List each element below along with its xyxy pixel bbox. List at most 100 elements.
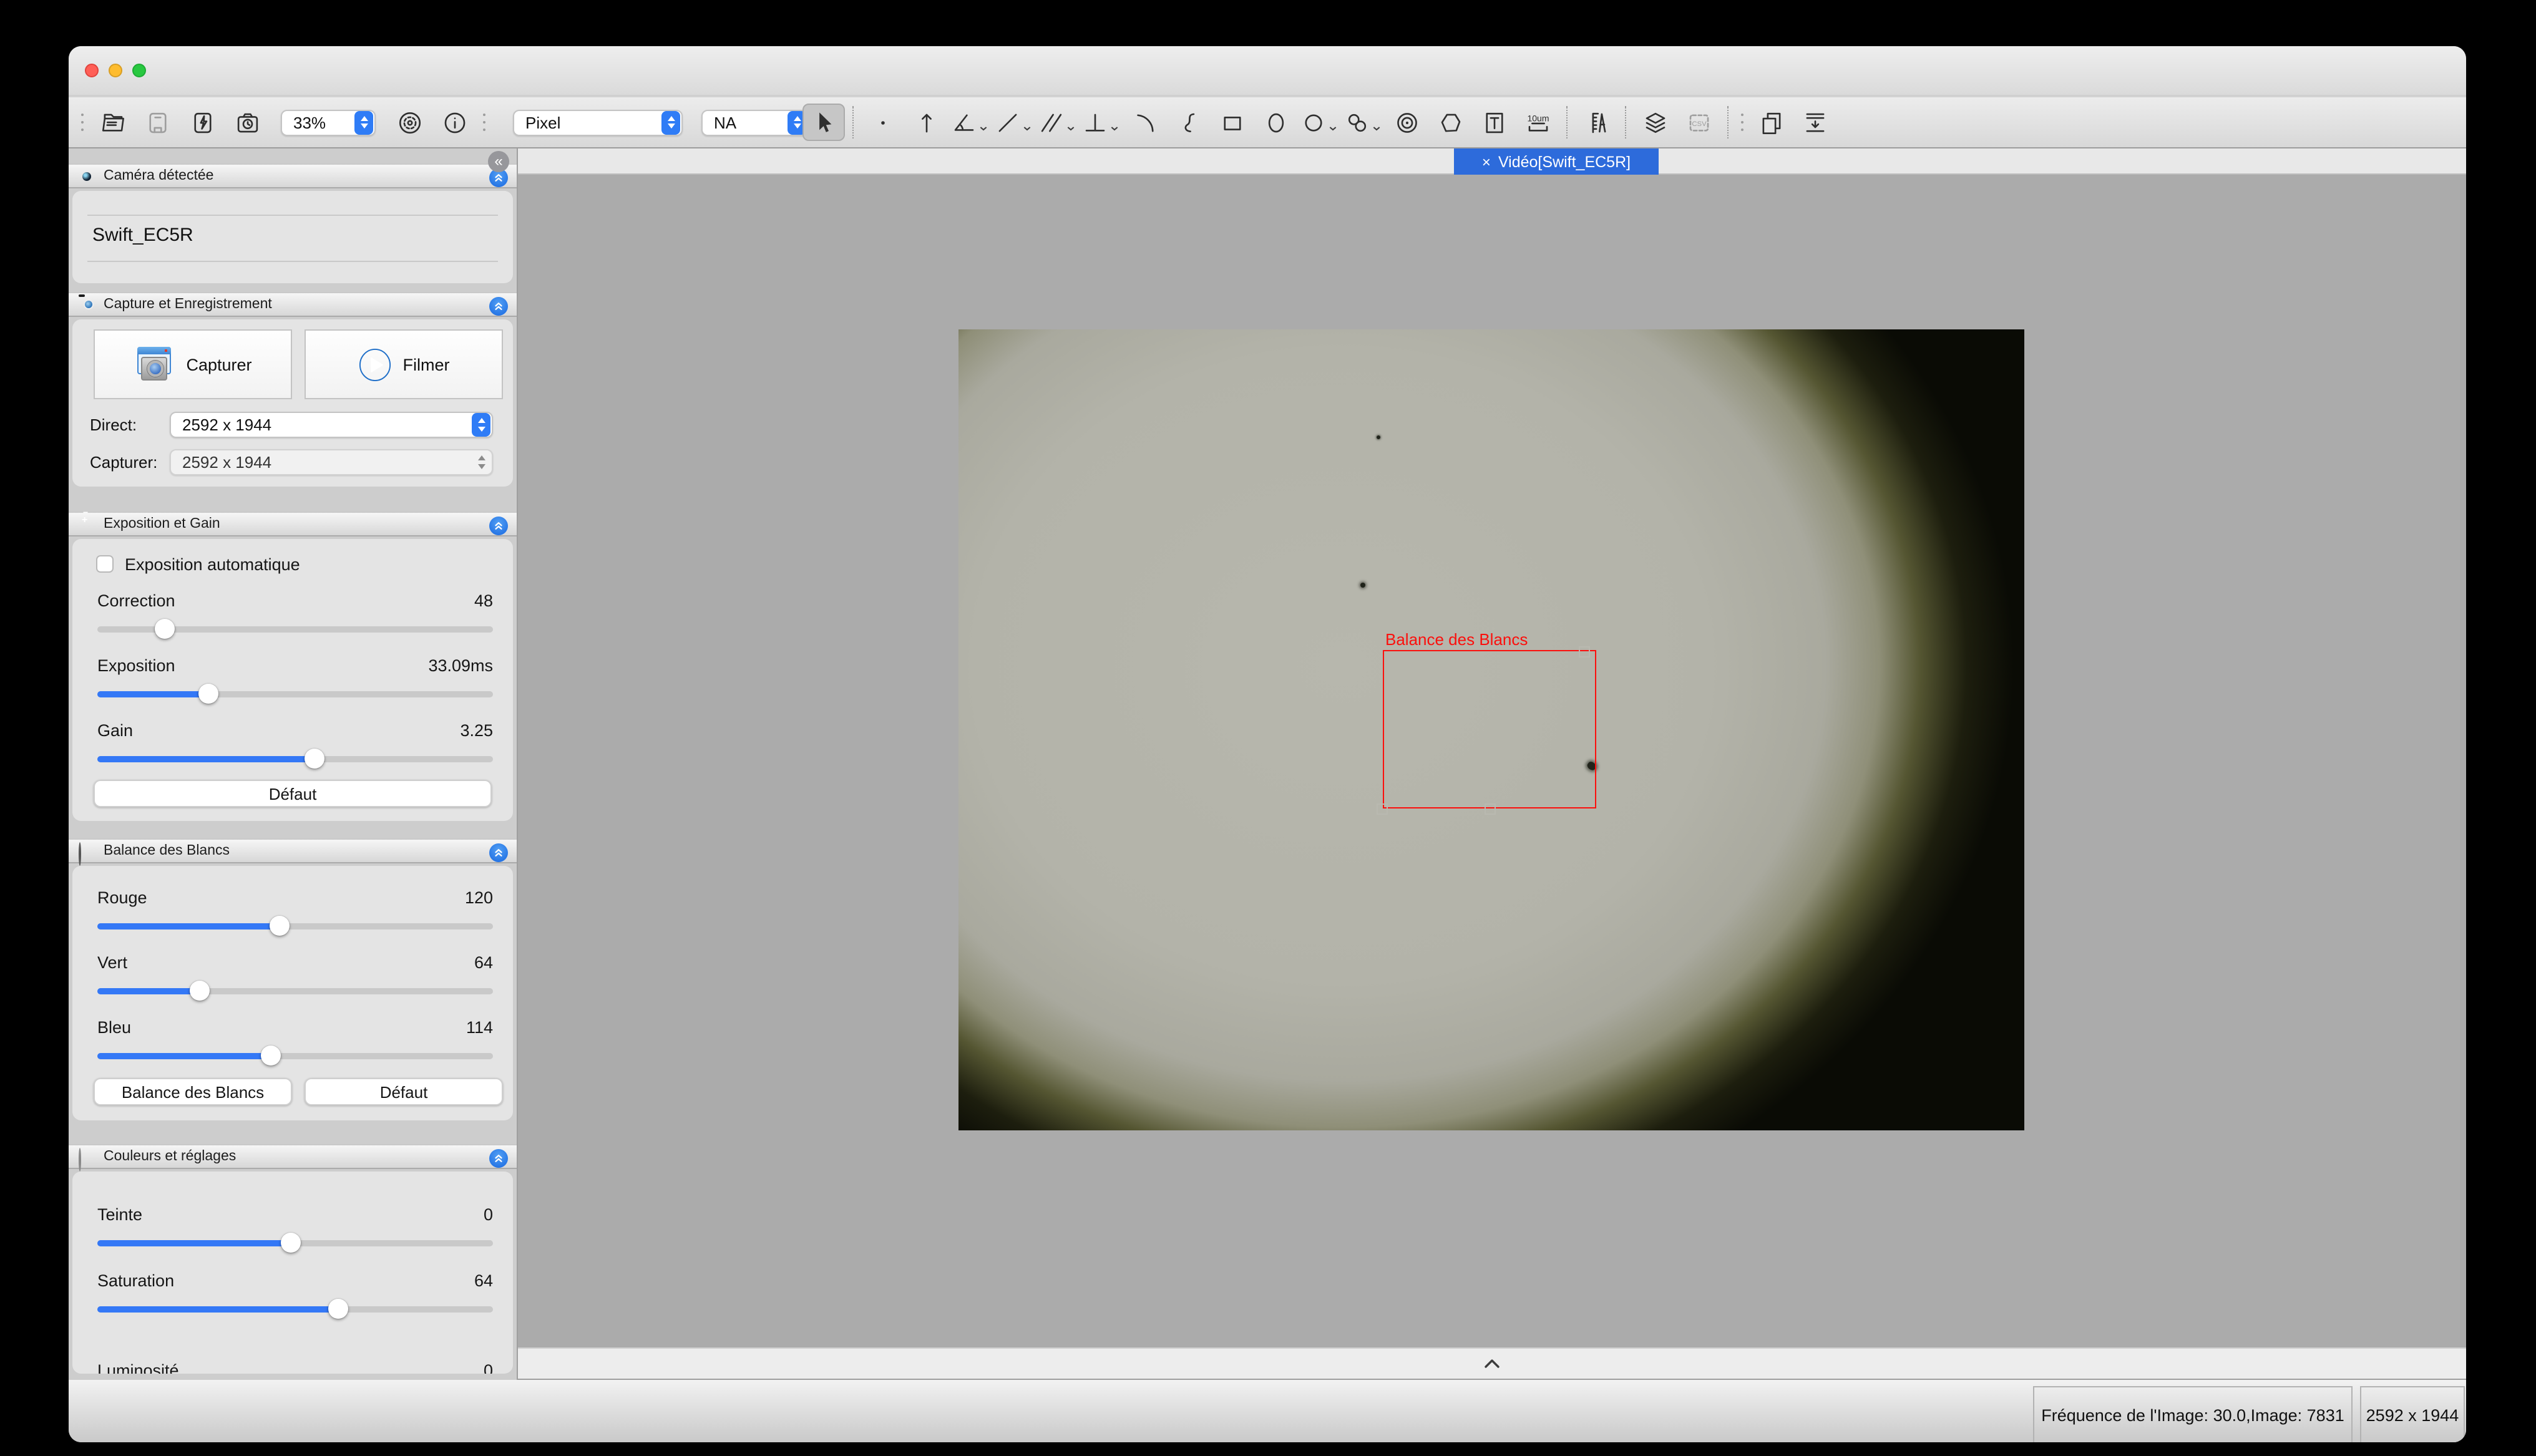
copy-button[interactable] bbox=[1750, 104, 1792, 141]
slider-thumb[interactable] bbox=[281, 1233, 301, 1253]
capture-resolution-value: 2592 x 1944 bbox=[182, 453, 467, 472]
record-button[interactable]: Filmer bbox=[305, 329, 503, 399]
toolbar-drag-handle bbox=[81, 114, 84, 131]
circle-tool-button[interactable] bbox=[1298, 104, 1340, 141]
linked-circles-tool-button[interactable] bbox=[1342, 104, 1384, 141]
roi-label: Balance des Blancs bbox=[1385, 630, 1528, 649]
slider-thumb[interactable] bbox=[261, 1046, 281, 1066]
slider-thumb[interactable] bbox=[305, 749, 325, 769]
circle-icon bbox=[1300, 109, 1327, 135]
white-balance-roi[interactable]: Balance des Blancs bbox=[1383, 650, 1596, 808]
panel-title: Caméra détectée bbox=[104, 168, 213, 183]
hue-slider[interactable] bbox=[97, 1240, 493, 1246]
close-tab-icon[interactable]: × bbox=[1482, 153, 1491, 170]
bottom-panel-toggle[interactable] bbox=[518, 1347, 2466, 1380]
white-balance-button[interactable]: Balance des Blancs bbox=[94, 1078, 292, 1105]
zoom-select[interactable]: 33% bbox=[281, 109, 376, 135]
chevron-down-icon bbox=[978, 111, 988, 133]
stepper-icon[interactable] bbox=[661, 110, 680, 134]
concentric-circles-tool-button[interactable] bbox=[1385, 104, 1428, 141]
sidebar-collapse-button[interactable]: « bbox=[488, 151, 509, 172]
ellipse-tool-button[interactable] bbox=[1254, 104, 1297, 141]
panel-header-exposure[interactable]: Exposition et Gain bbox=[69, 512, 517, 536]
panel-header-white-balance[interactable]: Balance des Blancs bbox=[69, 838, 517, 863]
auto-exposure-checkbox[interactable] bbox=[96, 555, 114, 573]
export-button[interactable] bbox=[1793, 104, 1836, 141]
line-tool-button[interactable] bbox=[992, 104, 1035, 141]
live-resolution-select[interactable]: 2592 x 1944 bbox=[170, 412, 493, 438]
exposure-slider[interactable] bbox=[97, 691, 493, 697]
panel-header-camera[interactable]: Caméra détectée bbox=[69, 163, 517, 188]
collapse-panel-button[interactable] bbox=[489, 1148, 508, 1167]
slider-value: 48 bbox=[474, 591, 493, 609]
rectangle-icon bbox=[1219, 109, 1245, 135]
divider bbox=[87, 261, 498, 262]
text-tool-button[interactable] bbox=[1473, 104, 1515, 141]
minimize-window-button[interactable] bbox=[109, 64, 122, 77]
panel-header-capture[interactable]: Capture et Enregistrement bbox=[69, 292, 517, 317]
perpendicular-tool-button[interactable] bbox=[1080, 104, 1122, 141]
tab-video[interactable]: × Vidéo[Swift_EC5R] bbox=[1454, 148, 1659, 175]
layers-button[interactable] bbox=[1634, 104, 1676, 141]
correction-slider[interactable] bbox=[97, 626, 493, 632]
cursor-icon bbox=[811, 109, 837, 135]
gain-slider[interactable] bbox=[97, 756, 493, 762]
white-balance-icon bbox=[79, 843, 95, 859]
slider-value: 0 bbox=[484, 1205, 493, 1223]
cursor-tool-button[interactable] bbox=[802, 104, 845, 141]
slider-thumb[interactable] bbox=[329, 1299, 349, 1319]
slider-value: 120 bbox=[465, 888, 493, 906]
collapse-panel-button[interactable] bbox=[489, 516, 508, 535]
collapse-panel-button[interactable] bbox=[489, 843, 508, 861]
slider-thumb[interactable] bbox=[198, 684, 218, 704]
collapse-panel-button[interactable] bbox=[489, 296, 508, 315]
slider-label: Teinte bbox=[97, 1205, 142, 1223]
curve-tool-button[interactable] bbox=[1167, 104, 1209, 141]
point-tool-button[interactable] bbox=[861, 104, 904, 141]
caliper-tool-button[interactable] bbox=[1575, 104, 1617, 141]
slider-thumb[interactable] bbox=[270, 916, 290, 936]
camera-flash-icon bbox=[189, 109, 215, 135]
roi-handle[interactable] bbox=[1484, 803, 1495, 815]
stepper-icon[interactable] bbox=[472, 413, 490, 437]
maximize-window-button[interactable] bbox=[132, 64, 146, 77]
rectangle-tool-button[interactable] bbox=[1211, 104, 1253, 141]
roi-handle[interactable] bbox=[1377, 803, 1388, 815]
close-window-button[interactable] bbox=[85, 64, 99, 77]
export-icon bbox=[1802, 109, 1828, 135]
timed-capture-button[interactable] bbox=[226, 104, 268, 141]
angle-tool-button[interactable] bbox=[949, 104, 991, 141]
exposure-panel-body: Exposition automatique Correction 48 Exp… bbox=[72, 539, 513, 821]
roi-handle[interactable] bbox=[1579, 646, 1590, 658]
slider-row: Correction 48 bbox=[97, 589, 493, 611]
exposure-default-button[interactable]: Défaut bbox=[94, 780, 492, 807]
magnification-select[interactable]: NA bbox=[701, 109, 809, 135]
parallel-tool-button[interactable] bbox=[1036, 104, 1078, 141]
tab-strip: × Vidéo[Swift_EC5R] bbox=[518, 148, 2466, 175]
arc-tool-button[interactable] bbox=[1123, 104, 1166, 141]
saturation-slider[interactable] bbox=[97, 1306, 493, 1312]
settings-button[interactable] bbox=[388, 104, 431, 141]
panel-header-colors[interactable]: Couleurs et réglages bbox=[69, 1144, 517, 1169]
scale-bar-tool-button[interactable]: 10um bbox=[1516, 104, 1559, 141]
blue-slider[interactable] bbox=[97, 1053, 493, 1059]
green-slider[interactable] bbox=[97, 988, 493, 994]
capture-button[interactable]: Capturer bbox=[94, 329, 292, 399]
slider-thumb[interactable] bbox=[155, 619, 175, 639]
title-bar[interactable] bbox=[69, 46, 2466, 96]
white-balance-default-button[interactable]: Défaut bbox=[305, 1078, 503, 1105]
arrow-tool-button[interactable] bbox=[905, 104, 947, 141]
capture-resolution-select[interactable]: 2592 x 1944 bbox=[170, 449, 493, 475]
polygon-tool-button[interactable] bbox=[1429, 104, 1471, 141]
camera-list-item[interactable]: Swift_EC5R bbox=[92, 225, 193, 246]
slider-thumb[interactable] bbox=[190, 981, 210, 1001]
live-video-image[interactable]: Balance des Blancs bbox=[958, 329, 2024, 1130]
open-folder-button[interactable] bbox=[91, 104, 134, 141]
slider-label: Saturation bbox=[97, 1271, 174, 1289]
unit-select[interactable]: Pixel bbox=[513, 109, 683, 135]
slider-value: 33.09ms bbox=[428, 656, 493, 674]
snapshot-button[interactable] bbox=[181, 104, 223, 141]
red-slider[interactable] bbox=[97, 923, 493, 929]
info-button[interactable] bbox=[433, 104, 476, 141]
stepper-icon[interactable] bbox=[354, 110, 373, 134]
